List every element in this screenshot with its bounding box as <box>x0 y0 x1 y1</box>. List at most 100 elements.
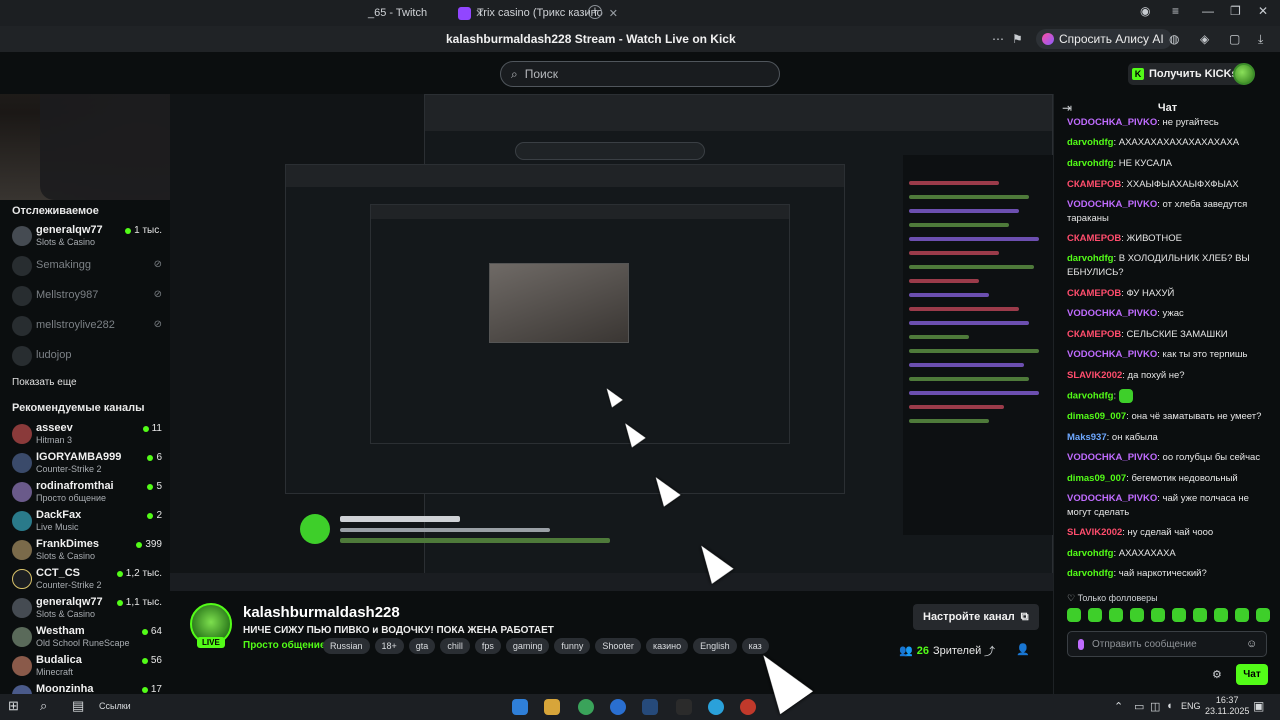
ask-alice-button[interactable]: Спросить Алису AI <box>1036 29 1172 49</box>
follow-icon[interactable]: 👤 <box>1016 643 1030 656</box>
sidebar-item-recommended[interactable]: CCT_CS Counter-Strike 2 1,2 тыс. <box>12 567 162 595</box>
download-icon[interactable]: ⤓ <box>1258 32 1263 47</box>
page-title[interactable]: kalashburmaldash228 Stream - Watch Live … <box>446 32 736 46</box>
sidebar-item-following[interactable]: Mellstroy987 ⊘ <box>12 284 162 312</box>
task-view-icon[interactable]: ▤ <box>72 698 84 714</box>
chat-username[interactable]: Maks937 <box>1067 432 1107 443</box>
sidebar-item-recommended[interactable]: rodinafromthai Просто общение 5 <box>12 480 162 508</box>
tag[interactable]: Russian <box>323 638 370 654</box>
more-icon[interactable]: ⋯ <box>992 32 1004 46</box>
telegram-app-icon[interactable] <box>708 699 724 715</box>
tray-icon[interactable]: ▭ <box>1134 700 1144 713</box>
epic-games-icon[interactable] <box>676 699 692 715</box>
sidebar-item-following[interactable]: mellstroylive282 ⊘ <box>12 314 162 342</box>
chat-username[interactable]: VODOCHKA_PIVKO <box>1067 199 1157 210</box>
get-kicks-button[interactable]: K Получить KICKs <box>1128 63 1246 85</box>
tag[interactable]: 18+ <box>374 638 404 654</box>
tray-chevron-icon[interactable]: ⌃ <box>1114 700 1123 713</box>
bookmark-icon[interactable]: ⚑ <box>1012 32 1023 46</box>
edge-app-icon[interactable] <box>512 699 528 715</box>
sidebar-item-following[interactable]: generalqw77 Slots & Casino 1 тыс. <box>12 224 162 252</box>
configure-channel-button[interactable]: Настройте канал ⧉ <box>913 604 1039 630</box>
menu-icon[interactable]: ≡ <box>1172 4 1179 18</box>
chrome-app-icon[interactable] <box>578 699 594 715</box>
sidebar-item-recommended[interactable]: Budalica Minecraft 56 <box>12 654 162 682</box>
chat-username[interactable]: darvohdfg <box>1067 391 1113 402</box>
tag[interactable]: gta <box>408 638 436 654</box>
steam-app-icon[interactable] <box>642 699 658 715</box>
emote-icon[interactable] <box>1193 608 1207 622</box>
emote-icon[interactable] <box>1235 608 1249 622</box>
sidebar-item-recommended[interactable]: Westham Old School RuneScape 64 <box>12 625 162 653</box>
search-input[interactable]: ⌕ Поиск <box>500 61 780 87</box>
emote-icon[interactable] <box>1088 608 1102 622</box>
chat-username[interactable]: VODOCHKA_PIVKO <box>1067 493 1157 504</box>
emote-icon[interactable] <box>1109 608 1123 622</box>
tag[interactable]: каз <box>741 638 769 654</box>
chat-username[interactable]: dimas09_007 <box>1067 411 1126 422</box>
close-window-icon[interactable]: ✕ <box>1258 4 1268 18</box>
stream-category[interactable]: Просто общение <box>243 640 326 651</box>
tag[interactable]: fps <box>474 638 501 654</box>
chat-username[interactable]: dimas09_007 <box>1067 473 1126 484</box>
app-icon[interactable] <box>740 699 756 715</box>
emoji-icon[interactable]: ☺ <box>1246 638 1257 650</box>
tag[interactable]: chill <box>440 638 470 654</box>
chat-username[interactable]: СКАМЕРОВ <box>1067 329 1121 340</box>
share-icon[interactable]: ⤴ <box>984 643 995 659</box>
clock[interactable]: 16:37 23.11.2025 <box>1205 695 1249 717</box>
sidebar-item-following[interactable]: Semakingg ⊘ <box>12 254 162 282</box>
chat-username[interactable]: VODOCHKA_PIVKO <box>1067 452 1157 463</box>
channel-name[interactable]: kalashburmaldash228 <box>243 604 400 621</box>
emote-icon[interactable] <box>1130 608 1144 622</box>
stream-video-player[interactable] <box>170 94 1053 591</box>
chat-username[interactable]: SLAVIK2002 <box>1067 370 1122 381</box>
send-chat-button[interactable]: Чат <box>1236 664 1268 685</box>
chat-username[interactable]: SLAVIK2002 <box>1067 527 1122 538</box>
volume-icon[interactable]: ◖ <box>1166 700 1173 712</box>
emote-icon[interactable] <box>1172 608 1186 622</box>
links-label[interactable]: Ссылки <box>99 701 131 711</box>
gear-icon[interactable]: ⚙ <box>1212 668 1222 681</box>
chat-message-input[interactable]: Отправить сообщение <box>1067 631 1267 657</box>
chat-username[interactable]: СКАМЕРОВ <box>1067 179 1121 190</box>
profile-icon[interactable]: ◉ <box>1140 4 1150 18</box>
user-avatar[interactable] <box>1233 63 1255 85</box>
tag[interactable]: Shooter <box>595 638 641 654</box>
windows-start-icon[interactable]: ⊞ <box>8 698 19 714</box>
extension-icon[interactable]: ◈ <box>1200 32 1209 46</box>
maximize-icon[interactable]: ❐ <box>1230 4 1241 18</box>
chat-username[interactable]: VODOCHKA_PIVKO <box>1067 117 1157 128</box>
sidebar-item-recommended[interactable]: FrankDimes Slots & Casino 399 <box>12 538 162 566</box>
chat-username[interactable]: СКАМЕРОВ <box>1067 288 1121 299</box>
emote-icon[interactable] <box>1214 608 1228 622</box>
globe-icon[interactable]: ◍ <box>1169 32 1179 46</box>
network-icon[interactable]: ◫ <box>1150 700 1160 713</box>
notifications-icon[interactable]: ▣ <box>1253 699 1264 713</box>
chat-username[interactable]: darvohdfg <box>1067 568 1113 579</box>
app-icon[interactable] <box>610 699 626 715</box>
sidebar-item-recommended[interactable]: DackFax Live Music 2 <box>12 509 162 537</box>
tag[interactable]: funny <box>554 638 591 654</box>
tag[interactable]: казино <box>645 638 689 654</box>
sidebar-item-following[interactable]: ludojop <box>12 344 162 372</box>
tag[interactable]: gaming <box>505 638 550 654</box>
keyboard-language[interactable]: ENG <box>1181 701 1201 711</box>
chat-username[interactable]: СКАМЕРОВ <box>1067 233 1121 244</box>
close-icon[interactable]: ✕ <box>609 7 618 20</box>
emote-icon[interactable] <box>1256 608 1270 622</box>
sidebar-item-recommended[interactable]: IGORYAMBA999 Counter-Strike 2 6 <box>12 451 162 479</box>
emote-icon[interactable] <box>1151 608 1165 622</box>
emote-icon[interactable] <box>1067 608 1081 622</box>
sidebar-item-recommended[interactable]: generalqw77 Slots & Casino 1,1 тыс. <box>12 596 162 624</box>
new-tab-button[interactable]: + <box>588 5 602 19</box>
chat-username[interactable]: darvohdfg <box>1067 137 1113 148</box>
file-explorer-icon[interactable] <box>544 699 560 715</box>
collections-icon[interactable]: ▢ <box>1229 32 1240 46</box>
search-icon[interactable]: ⌕ <box>40 698 47 714</box>
chat-username[interactable]: VODOCHKA_PIVKO <box>1067 308 1157 319</box>
chat-username[interactable]: darvohdfg <box>1067 548 1113 559</box>
tag[interactable]: English <box>693 638 737 654</box>
chat-username[interactable]: darvohdfg <box>1067 253 1113 264</box>
chat-username[interactable]: VODOCHKA_PIVKO <box>1067 349 1157 360</box>
